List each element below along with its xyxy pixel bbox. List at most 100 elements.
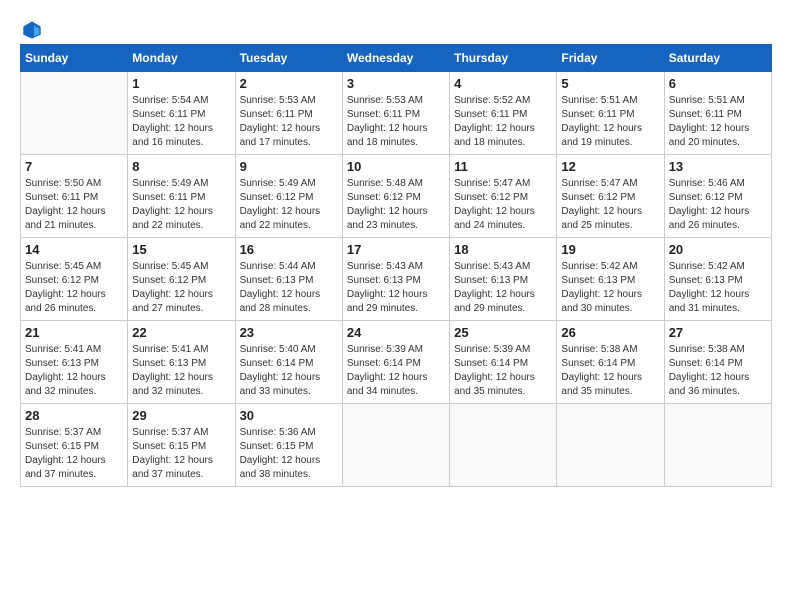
calendar-day-cell: 23 Sunrise: 5:40 AMSunset: 6:14 PMDayligh…	[235, 321, 342, 404]
day-number: 12	[561, 159, 659, 174]
calendar-day-cell: 8 Sunrise: 5:49 AMSunset: 6:11 PMDaylight…	[128, 155, 235, 238]
day-number: 14	[25, 242, 123, 257]
day-info: Sunrise: 5:43 AMSunset: 6:13 PMDaylight:…	[454, 260, 552, 316]
calendar-day-cell: 13 Sunrise: 5:46 AMSunset: 6:12 PMDayligh…	[664, 155, 771, 238]
calendar-week-row: 7 Sunrise: 5:50 AMSunset: 6:11 PMDaylight…	[21, 155, 772, 238]
calendar-day-cell: 5 Sunrise: 5:51 AMSunset: 6:11 PMDaylight…	[557, 72, 664, 155]
day-number: 21	[25, 325, 123, 340]
day-number: 27	[669, 325, 767, 340]
day-number: 3	[347, 76, 445, 91]
day-info: Sunrise: 5:38 AMSunset: 6:14 PMDaylight:…	[561, 343, 659, 399]
day-info: Sunrise: 5:41 AMSunset: 6:13 PMDaylight:…	[132, 343, 230, 399]
day-info: Sunrise: 5:39 AMSunset: 6:14 PMDaylight:…	[347, 343, 445, 399]
calendar-day-cell: 29 Sunrise: 5:37 AMSunset: 6:15 PMDayligh…	[128, 404, 235, 487]
day-info: Sunrise: 5:49 AMSunset: 6:11 PMDaylight:…	[132, 177, 230, 233]
calendar-day-cell: 12 Sunrise: 5:47 AMSunset: 6:12 PMDayligh…	[557, 155, 664, 238]
day-info: Sunrise: 5:45 AMSunset: 6:12 PMDaylight:…	[132, 260, 230, 316]
day-number: 23	[240, 325, 338, 340]
calendar-day-cell: 17 Sunrise: 5:43 AMSunset: 6:13 PMDayligh…	[342, 238, 449, 321]
calendar-day-cell: 18 Sunrise: 5:43 AMSunset: 6:13 PMDayligh…	[450, 238, 557, 321]
day-info: Sunrise: 5:38 AMSunset: 6:14 PMDaylight:…	[669, 343, 767, 399]
day-info: Sunrise: 5:40 AMSunset: 6:14 PMDaylight:…	[240, 343, 338, 399]
calendar-day-cell	[664, 404, 771, 487]
day-number: 5	[561, 76, 659, 91]
calendar-day-cell: 26Sunrise: 5:38 AMSunset: 6:14 PMDayligh…	[557, 321, 664, 404]
weekday-header-row: SundayMondayTuesdayWednesdayThursdayFrid…	[21, 45, 772, 72]
calendar-week-row: 21 Sunrise: 5:41 AMSunset: 6:13 PMDayligh…	[21, 321, 772, 404]
page-header	[20, 20, 772, 34]
day-info: Sunrise: 5:37 AMSunset: 6:15 PMDaylight:…	[132, 426, 230, 482]
calendar-day-cell: 11Sunrise: 5:47 AMSunset: 6:12 PMDayligh…	[450, 155, 557, 238]
day-info: Sunrise: 5:36 AMSunset: 6:15 PMDaylight:…	[240, 426, 338, 482]
day-number: 17	[347, 242, 445, 257]
day-info: Sunrise: 5:53 AMSunset: 6:11 PMDaylight:…	[347, 94, 445, 150]
day-info: Sunrise: 5:44 AMSunset: 6:13 PMDaylight:…	[240, 260, 338, 316]
day-number: 16	[240, 242, 338, 257]
weekday-header-friday: Friday	[557, 45, 664, 72]
calendar-day-cell: 9Sunrise: 5:49 AMSunset: 6:12 PMDaylight…	[235, 155, 342, 238]
day-number: 2	[240, 76, 338, 91]
day-info: Sunrise: 5:46 AMSunset: 6:12 PMDaylight:…	[669, 177, 767, 233]
weekday-header-monday: Monday	[128, 45, 235, 72]
calendar-week-row: 1Sunrise: 5:54 AMSunset: 6:11 PMDaylight…	[21, 72, 772, 155]
logo	[20, 20, 42, 34]
day-info: Sunrise: 5:51 AMSunset: 6:11 PMDaylight:…	[669, 94, 767, 150]
day-number: 24	[347, 325, 445, 340]
weekday-header-saturday: Saturday	[664, 45, 771, 72]
day-number: 7	[25, 159, 123, 174]
calendar-day-cell: 20Sunrise: 5:42 AMSunset: 6:13 PMDayligh…	[664, 238, 771, 321]
weekday-header-sunday: Sunday	[21, 45, 128, 72]
day-number: 18	[454, 242, 552, 257]
calendar-day-cell	[557, 404, 664, 487]
day-number: 11	[454, 159, 552, 174]
day-number: 15	[132, 242, 230, 257]
calendar-day-cell: 28 Sunrise: 5:37 AMSunset: 6:15 PMDayligh…	[21, 404, 128, 487]
weekday-header-wednesday: Wednesday	[342, 45, 449, 72]
calendar-day-cell: 16 Sunrise: 5:44 AMSunset: 6:13 PMDayligh…	[235, 238, 342, 321]
day-info: Sunrise: 5:39 AMSunset: 6:14 PMDaylight:…	[454, 343, 552, 399]
day-info: Sunrise: 5:43 AMSunset: 6:13 PMDaylight:…	[347, 260, 445, 316]
calendar-week-row: 28 Sunrise: 5:37 AMSunset: 6:15 PMDayligh…	[21, 404, 772, 487]
calendar-day-cell: 7 Sunrise: 5:50 AMSunset: 6:11 PMDaylight…	[21, 155, 128, 238]
calendar-day-cell: 15 Sunrise: 5:45 AMSunset: 6:12 PMDayligh…	[128, 238, 235, 321]
day-info: Sunrise: 5:48 AMSunset: 6:12 PMDaylight:…	[347, 177, 445, 233]
day-info: Sunrise: 5:51 AMSunset: 6:11 PMDaylight:…	[561, 94, 659, 150]
day-number: 22	[132, 325, 230, 340]
weekday-header-tuesday: Tuesday	[235, 45, 342, 72]
day-number: 30	[240, 408, 338, 423]
logo-icon	[22, 20, 42, 40]
calendar-day-cell: 4 Sunrise: 5:52 AMSunset: 6:11 PMDaylight…	[450, 72, 557, 155]
calendar-day-cell: 27 Sunrise: 5:38 AMSunset: 6:14 PMDayligh…	[664, 321, 771, 404]
day-info: Sunrise: 5:42 AMSunset: 6:13 PMDaylight:…	[669, 260, 767, 316]
day-number: 10	[347, 159, 445, 174]
calendar-week-row: 14 Sunrise: 5:45 AMSunset: 6:12 PMDayligh…	[21, 238, 772, 321]
calendar-day-cell: 6 Sunrise: 5:51 AMSunset: 6:11 PMDaylight…	[664, 72, 771, 155]
day-info: Sunrise: 5:41 AMSunset: 6:13 PMDaylight:…	[25, 343, 123, 399]
calendar-day-cell: 21 Sunrise: 5:41 AMSunset: 6:13 PMDayligh…	[21, 321, 128, 404]
day-number: 29	[132, 408, 230, 423]
day-number: 13	[669, 159, 767, 174]
day-number: 6	[669, 76, 767, 91]
calendar-table: SundayMondayTuesdayWednesdayThursdayFrid…	[20, 44, 772, 487]
calendar-day-cell: 14Sunrise: 5:45 AMSunset: 6:12 PMDayligh…	[21, 238, 128, 321]
day-number: 1	[132, 76, 230, 91]
calendar-day-cell	[342, 404, 449, 487]
calendar-day-cell: 30 Sunrise: 5:36 AMSunset: 6:15 PMDayligh…	[235, 404, 342, 487]
calendar-day-cell	[21, 72, 128, 155]
day-info: Sunrise: 5:37 AMSunset: 6:15 PMDaylight:…	[25, 426, 123, 482]
day-info: Sunrise: 5:50 AMSunset: 6:11 PMDaylight:…	[25, 177, 123, 233]
calendar-day-cell: 19Sunrise: 5:42 AMSunset: 6:13 PMDayligh…	[557, 238, 664, 321]
day-number: 25	[454, 325, 552, 340]
day-info: Sunrise: 5:52 AMSunset: 6:11 PMDaylight:…	[454, 94, 552, 150]
calendar-day-cell: 1Sunrise: 5:54 AMSunset: 6:11 PMDaylight…	[128, 72, 235, 155]
day-info: Sunrise: 5:42 AMSunset: 6:13 PMDaylight:…	[561, 260, 659, 316]
day-number: 28	[25, 408, 123, 423]
calendar-day-cell: 24 Sunrise: 5:39 AMSunset: 6:14 PMDayligh…	[342, 321, 449, 404]
calendar-day-cell: 10 Sunrise: 5:48 AMSunset: 6:12 PMDayligh…	[342, 155, 449, 238]
day-info: Sunrise: 5:49 AMSunset: 6:12 PMDaylight:…	[240, 177, 338, 233]
day-number: 4	[454, 76, 552, 91]
day-info: Sunrise: 5:53 AMSunset: 6:11 PMDaylight:…	[240, 94, 338, 150]
day-number: 8	[132, 159, 230, 174]
day-info: Sunrise: 5:47 AMSunset: 6:12 PMDaylight:…	[561, 177, 659, 233]
calendar-day-cell: 22 Sunrise: 5:41 AMSunset: 6:13 PMDayligh…	[128, 321, 235, 404]
